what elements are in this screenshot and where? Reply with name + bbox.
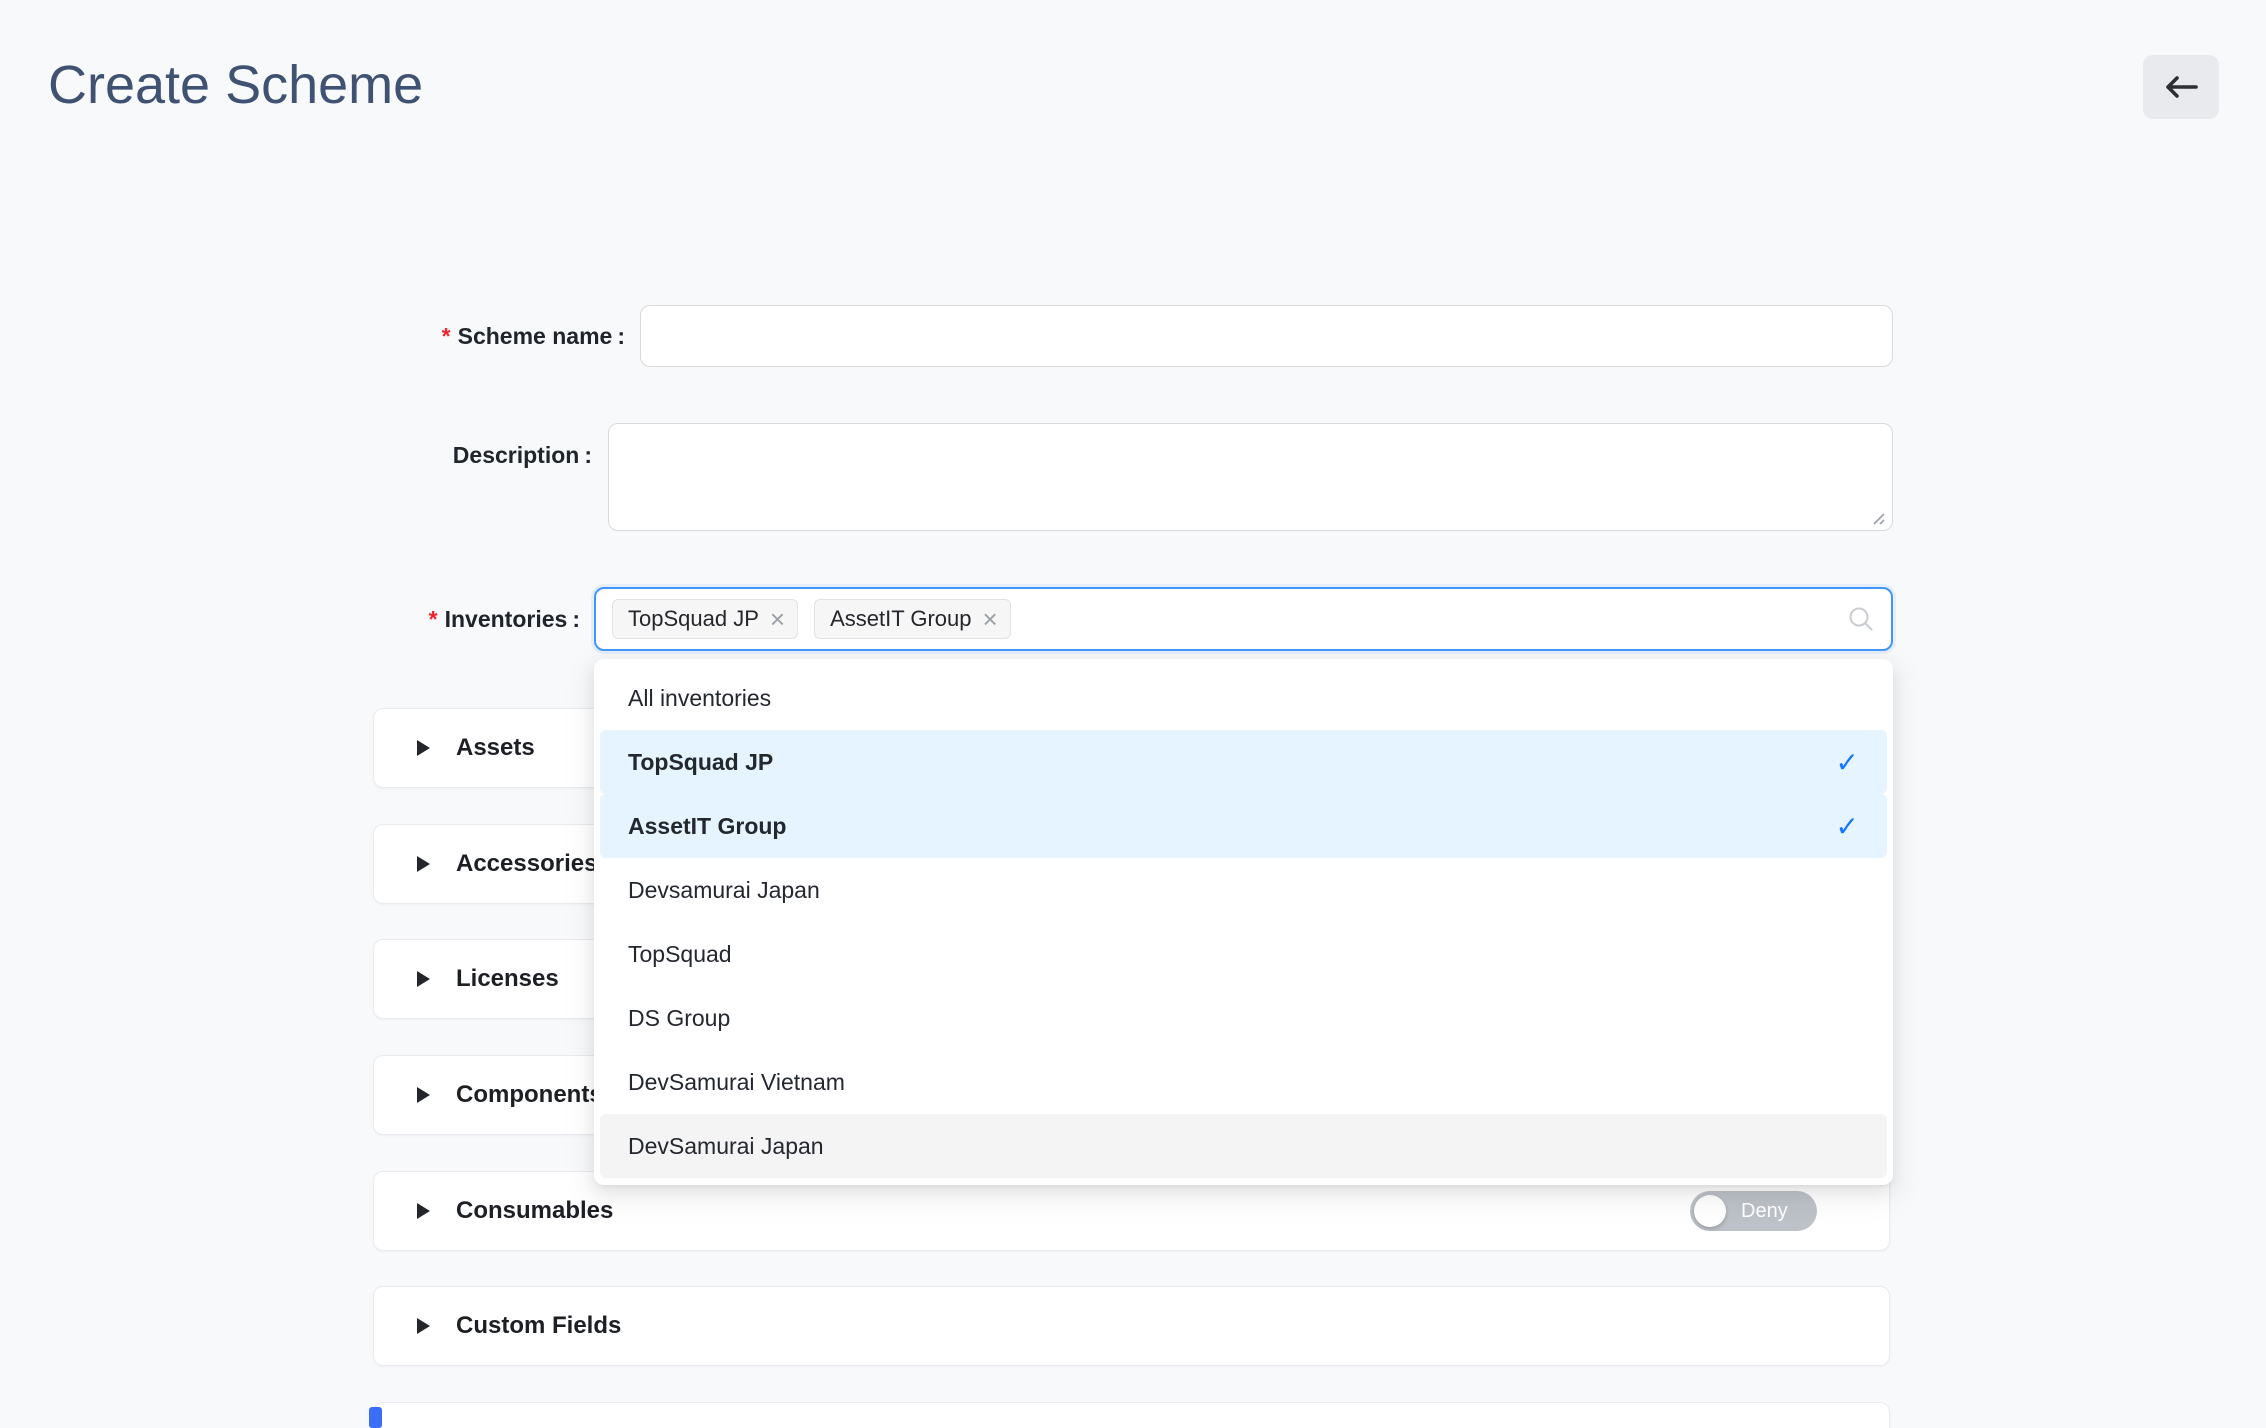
panel-title: Consumables: [456, 1197, 613, 1225]
panel-title: Accessories: [456, 850, 597, 878]
dropdown-option-all-inventories[interactable]: All inventories: [600, 666, 1887, 730]
dropdown-option-devsamurai-vietnam[interactable]: DevSamurai Vietnam: [600, 1050, 1887, 1114]
partial-blue-element: [369, 1407, 382, 1428]
page-title: Create Scheme: [48, 58, 423, 112]
inventories-label-text: Inventories: [445, 606, 568, 632]
description-textarea[interactable]: [608, 423, 1893, 531]
caret-right-icon: [417, 1203, 430, 1219]
panel-title: Components: [456, 1081, 603, 1109]
scheme-name-label-text: Scheme name: [458, 323, 613, 349]
panel-title: Licenses: [456, 965, 559, 993]
tag-label: AssetIT Group: [830, 606, 971, 632]
panel-title: Custom Fields: [456, 1312, 621, 1340]
option-label: DS Group: [628, 1005, 730, 1032]
tag-label: TopSquad JP: [628, 606, 759, 632]
option-label: DevSamurai Japan: [628, 1133, 824, 1160]
caret-right-icon: [417, 971, 430, 987]
inventories-dropdown: All inventories TopSquad JP ✓ AssetIT Gr…: [594, 659, 1893, 1185]
dropdown-option-topsquad[interactable]: TopSquad: [600, 922, 1887, 986]
selected-tag-assetit-group: AssetIT Group ×: [814, 599, 1011, 639]
dropdown-option-devsamurai-japan-2[interactable]: DevSamurai Japan: [600, 1114, 1887, 1178]
inventories-select[interactable]: TopSquad JP × AssetIT Group ×: [594, 587, 1893, 651]
caret-right-icon: [417, 740, 430, 756]
scheme-name-input[interactable]: [640, 305, 1893, 367]
dropdown-option-ds-group[interactable]: DS Group: [600, 986, 1887, 1050]
option-label: TopSquad: [628, 941, 732, 968]
toggle-label: Deny: [1741, 1200, 1788, 1223]
toggle-knob-icon: [1694, 1195, 1726, 1227]
option-label: DevSamurai Vietnam: [628, 1069, 845, 1096]
dropdown-option-assetit-group[interactable]: AssetIT Group ✓: [600, 794, 1887, 858]
option-label: Devsamurai Japan: [628, 877, 820, 904]
scheme-name-label: * Scheme name:: [442, 321, 625, 351]
option-label: AssetIT Group: [628, 813, 786, 840]
description-label: Description:: [453, 440, 592, 470]
option-label: TopSquad JP: [628, 749, 773, 776]
required-mark: *: [429, 606, 438, 632]
check-icon: ✓: [1836, 810, 1859, 843]
panel-title: Assets: [456, 734, 535, 762]
back-button[interactable]: [2143, 55, 2219, 119]
dropdown-option-topsquad-jp[interactable]: TopSquad JP ✓: [600, 730, 1887, 794]
back-arrow-icon: [2162, 74, 2200, 100]
create-scheme-page: Create Scheme * Scheme name: Description:…: [0, 0, 2266, 1428]
check-icon: ✓: [1836, 746, 1859, 779]
search-icon: [1847, 605, 1875, 633]
required-mark: *: [442, 323, 451, 349]
caret-right-icon: [417, 1087, 430, 1103]
panel-partial[interactable]: [373, 1402, 1890, 1428]
remove-tag-icon[interactable]: ×: [770, 606, 785, 632]
panel-custom-fields[interactable]: Custom Fields: [373, 1286, 1890, 1366]
deny-toggle[interactable]: Deny: [1690, 1191, 1817, 1231]
label-colon: :: [584, 442, 592, 468]
caret-right-icon: [417, 1318, 430, 1334]
option-label: All inventories: [628, 685, 771, 712]
label-colon: :: [572, 606, 580, 632]
inventories-label: * Inventories:: [429, 604, 580, 634]
dropdown-option-devsamurai-japan[interactable]: Devsamurai Japan: [600, 858, 1887, 922]
description-label-text: Description: [453, 442, 580, 468]
caret-right-icon: [417, 856, 430, 872]
selected-tag-topsquad-jp: TopSquad JP ×: [612, 599, 798, 639]
label-colon: :: [617, 323, 625, 349]
remove-tag-icon[interactable]: ×: [983, 606, 998, 632]
